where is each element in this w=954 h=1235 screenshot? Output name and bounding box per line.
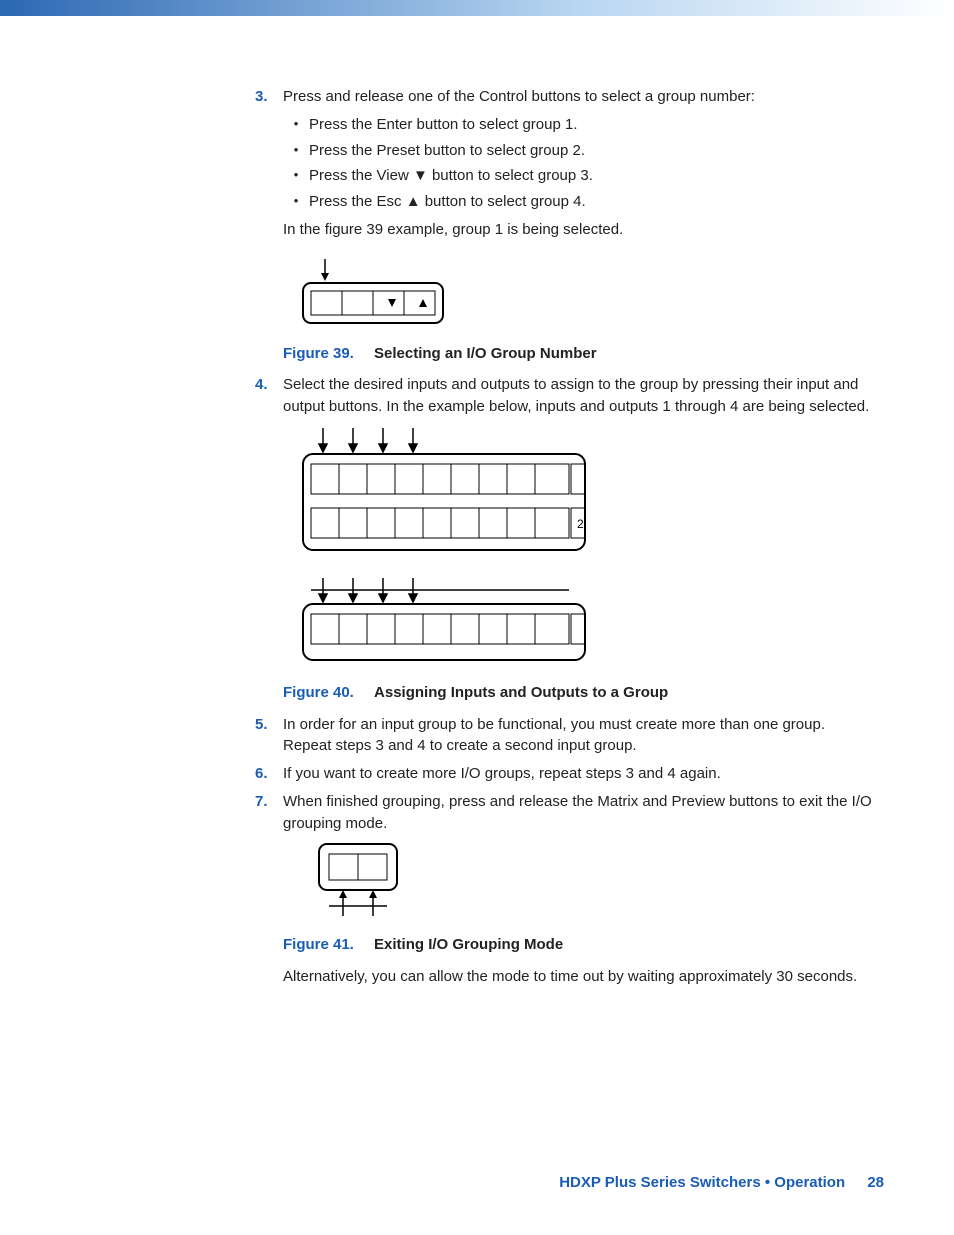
page-number: 28 [867, 1174, 884, 1191]
alternative-text: Alternatively, you can allow the mode to… [283, 966, 875, 988]
figure-40-drawing: 2 [299, 428, 875, 668]
bullet-icon: • [283, 191, 309, 213]
step-text: Select the desired inputs and outputs to… [283, 374, 875, 418]
list-item: • Press the Enter button to select group… [283, 114, 875, 136]
step-text: If you want to create more I/O groups, r… [283, 763, 875, 785]
step-number: 7. [255, 791, 283, 835]
figure-39-drawing [299, 259, 875, 329]
step-body: Press and release one of the Control but… [283, 86, 875, 241]
step-6: 6. If you want to create more I/O groups… [255, 763, 875, 785]
step-text: When finished grouping, press and releas… [283, 791, 875, 835]
figure-40-svg: 2 [299, 428, 589, 668]
step-4: 4. Select the desired inputs and outputs… [255, 374, 875, 418]
page-footer: HDXP Plus Series Switchers • Operation 2… [559, 1174, 884, 1191]
step-text: In order for an input group to be functi… [283, 714, 875, 758]
figure-title: Assigning Inputs and Outputs to a Group [374, 684, 668, 701]
step-7: 7. When finished grouping, press and rel… [255, 791, 875, 835]
step-number: 5. [255, 714, 283, 758]
figure-41-caption: Figure 41. Exiting I/O Grouping Mode [283, 934, 875, 956]
list-item: • Press the View ▼ button to select grou… [283, 165, 875, 187]
bullet-text: Press the Preset button to select group … [309, 140, 875, 162]
step-number: 4. [255, 374, 283, 418]
figure-number: Figure 39. [283, 345, 354, 362]
figure-number: Figure 41. [283, 936, 354, 953]
figure-39-svg [299, 259, 449, 329]
bullet-text: Press the View ▼ button to select group … [309, 165, 875, 187]
bullet-text: Press the Esc ▲ button to select group 4… [309, 191, 875, 213]
figure-number: Figure 40. [283, 684, 354, 701]
bullet-icon: • [283, 165, 309, 187]
top-accent-bar [0, 0, 954, 16]
figure-40-caption: Figure 40. Assigning Inputs and Outputs … [283, 682, 875, 704]
svg-text:2: 2 [577, 517, 584, 531]
page-body: 3. Press and release one of the Control … [0, 16, 954, 1235]
figure-title: Exiting I/O Grouping Mode [374, 936, 563, 953]
step-5: 5. In order for an input group to be fun… [255, 714, 875, 758]
bullet-icon: • [283, 140, 309, 162]
list-item: • Press the Preset button to select grou… [283, 140, 875, 162]
bullet-icon: • [283, 114, 309, 136]
figure-title: Selecting an I/O Group Number [374, 345, 597, 362]
step-3-bullets: • Press the Enter button to select group… [283, 114, 875, 213]
footer-text: HDXP Plus Series Switchers • Operation [559, 1174, 845, 1191]
bullet-text: Press the Enter button to select group 1… [309, 114, 875, 136]
content-column: 3. Press and release one of the Control … [255, 86, 875, 988]
figure-41-drawing [315, 840, 875, 920]
step-number: 6. [255, 763, 283, 785]
step-after-text: In the figure 39 example, group 1 is bei… [283, 219, 875, 241]
step-text: Press and release one of the Control but… [283, 86, 875, 108]
list-item: • Press the Esc ▲ button to select group… [283, 191, 875, 213]
figure-41-svg [315, 840, 405, 920]
step-3: 3. Press and release one of the Control … [255, 86, 875, 241]
step-number: 3. [255, 86, 283, 241]
figure-39-caption: Figure 39. Selecting an I/O Group Number [283, 343, 875, 365]
